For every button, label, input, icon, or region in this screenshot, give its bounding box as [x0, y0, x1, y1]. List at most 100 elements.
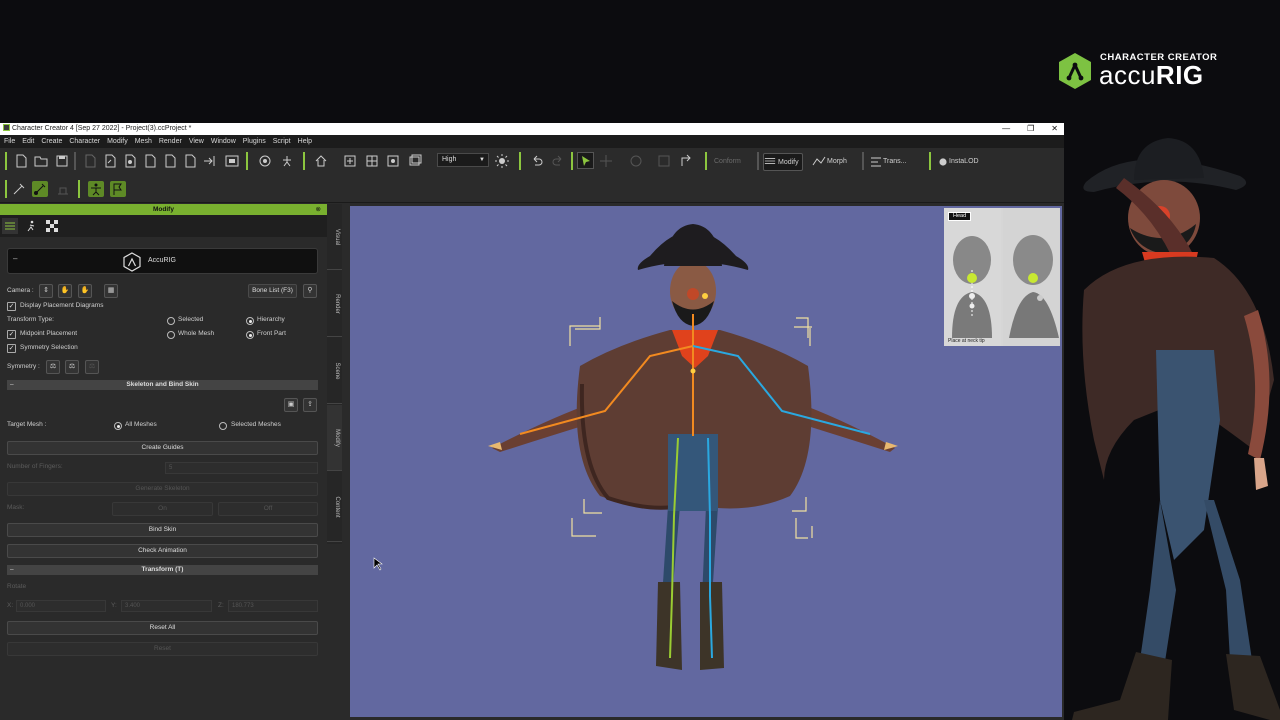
- export-usd-icon[interactable]: [162, 153, 178, 169]
- symmetry-left-icon[interactable]: ⚖: [46, 360, 60, 374]
- section-collapse-icon[interactable]: –: [10, 380, 14, 390]
- menu-view[interactable]: View: [189, 135, 204, 148]
- render-quality-dropdown[interactable]: High ▼: [437, 153, 489, 167]
- load-rig-icon[interactable]: ⇪: [303, 398, 317, 412]
- bone-settings-icon[interactable]: ⚲: [303, 284, 317, 298]
- symmetry-right-icon[interactable]: ⚖: [65, 360, 79, 374]
- camera-grid-icon[interactable]: ▦: [104, 284, 118, 298]
- tab-scene[interactable]: Scene: [327, 338, 342, 404]
- tab-modify[interactable]: Modify: [327, 405, 342, 471]
- menu-edit[interactable]: Edit: [22, 135, 34, 148]
- tab-visual[interactable]: Visual: [327, 204, 342, 270]
- rotate-y-field[interactable]: 3.400: [121, 600, 212, 612]
- pose-tab-icon[interactable]: [23, 218, 39, 234]
- 3d-viewport[interactable]: Head Place at neck tip: [350, 206, 1062, 717]
- move-tool-icon[interactable]: [598, 153, 614, 169]
- menu-help[interactable]: Help: [298, 135, 312, 148]
- menu-character[interactable]: Character: [69, 135, 100, 148]
- export-icon[interactable]: [102, 153, 118, 169]
- menu-mesh[interactable]: Mesh: [135, 135, 152, 148]
- character-pose-icon[interactable]: [88, 181, 104, 197]
- texture-tab-icon[interactable]: [44, 218, 60, 234]
- close-button[interactable]: ✕: [1051, 123, 1058, 135]
- reset-button[interactable]: Reset: [7, 642, 318, 656]
- menu-plugins[interactable]: Plugins: [243, 135, 266, 148]
- symmetry-off-icon[interactable]: ⚖: [85, 360, 99, 374]
- send-to-icon[interactable]: [202, 153, 218, 169]
- reset-all-button[interactable]: Reset All: [7, 621, 318, 635]
- transform-section-header[interactable]: – Transform (T): [7, 565, 318, 575]
- skin-weight-icon[interactable]: [55, 181, 71, 197]
- conform-button[interactable]: Conform: [711, 153, 744, 171]
- pick-bone-icon[interactable]: [32, 181, 48, 197]
- layers-icon[interactable]: [407, 153, 423, 169]
- mask-on-button[interactable]: On: [112, 502, 213, 516]
- flag-icon[interactable]: [110, 181, 126, 197]
- open-folder-icon[interactable]: [33, 153, 49, 169]
- section-collapse-icon[interactable]: –: [10, 565, 14, 575]
- menu-script[interactable]: Script: [273, 135, 291, 148]
- render-image-icon[interactable]: [224, 153, 240, 169]
- camera-hand-right-icon[interactable]: ✋: [78, 284, 92, 298]
- whole-mesh-radio[interactable]: [167, 331, 175, 339]
- bind-skin-button[interactable]: Bind Skin: [7, 523, 318, 537]
- walk-mode-icon[interactable]: [279, 153, 295, 169]
- selected-meshes-radio[interactable]: [219, 422, 227, 430]
- tab-render[interactable]: Render: [327, 271, 342, 337]
- midpoint-checkbox[interactable]: ✓: [7, 330, 16, 339]
- symmetry-selection-checkbox[interactable]: ✓: [7, 344, 16, 353]
- camera-hand-icon[interactable]: ✋: [58, 284, 72, 298]
- transfer-button[interactable]: Trans...: [880, 153, 909, 171]
- redo-icon[interactable]: [550, 153, 566, 169]
- front-part-radio[interactable]: [246, 331, 254, 339]
- menu-window[interactable]: Window: [211, 135, 236, 148]
- generate-skeleton-button[interactable]: Generate Skeleton: [7, 482, 318, 496]
- camera-zoom-icon[interactable]: [257, 153, 273, 169]
- modify-sliders-tab-icon[interactable]: [2, 218, 18, 234]
- restore-button[interactable]: ❐: [1027, 123, 1034, 135]
- light-icon[interactable]: [494, 153, 510, 169]
- export-obj-icon[interactable]: [142, 153, 158, 169]
- selected-radio[interactable]: [167, 317, 175, 325]
- fit-view-icon[interactable]: [342, 153, 358, 169]
- select-tool-icon[interactable]: [577, 152, 594, 169]
- frame-selected-icon[interactable]: [364, 153, 380, 169]
- import-icon[interactable]: [82, 153, 98, 169]
- view-grid-icon[interactable]: [385, 153, 401, 169]
- create-guides-button[interactable]: Create Guides: [7, 441, 318, 455]
- skeleton-section-header[interactable]: – Skeleton and Bind Skin: [7, 380, 318, 390]
- scale-tool-icon[interactable]: [656, 153, 672, 169]
- hierarchy-radio[interactable]: [246, 317, 254, 325]
- save-rig-icon[interactable]: ▣: [284, 398, 298, 412]
- minimize-button[interactable]: —: [1002, 123, 1010, 135]
- transform-gizmo-icon[interactable]: [678, 153, 694, 169]
- home-view-icon[interactable]: [313, 153, 329, 169]
- export-image-icon[interactable]: [182, 153, 198, 169]
- display-placement-checkbox[interactable]: ✓: [7, 302, 16, 311]
- menu-create[interactable]: Create: [41, 135, 62, 148]
- rotate-tool-icon[interactable]: [628, 153, 644, 169]
- new-file-icon[interactable]: [13, 153, 29, 169]
- camera-front-icon[interactable]: ⇕: [39, 284, 53, 298]
- menu-file[interactable]: File: [4, 135, 15, 148]
- menu-render[interactable]: Render: [159, 135, 182, 148]
- save-icon[interactable]: [54, 153, 70, 169]
- bone-list-button[interactable]: Bone List (F3): [248, 284, 297, 298]
- rotate-z-field[interactable]: 180.773: [228, 600, 318, 612]
- undo-icon[interactable]: [529, 153, 545, 169]
- panel-close-button[interactable]: ⊗: [316, 204, 321, 215]
- menu-modify[interactable]: Modify: [107, 135, 128, 148]
- tab-content[interactable]: Content: [327, 472, 342, 542]
- all-meshes-radio[interactable]: [114, 422, 122, 430]
- morph-button[interactable]: Morph: [824, 153, 850, 171]
- panel-tab-strip: [0, 215, 327, 237]
- mask-off-button[interactable]: Off: [218, 502, 318, 516]
- bone-edit-icon[interactable]: [11, 181, 27, 197]
- export-fbx-icon[interactable]: [122, 153, 138, 169]
- collapse-icon[interactable]: –: [13, 254, 17, 263]
- rotate-x-field[interactable]: 0.000: [16, 600, 106, 612]
- check-animation-button[interactable]: Check Animation: [7, 544, 318, 558]
- instalod-button[interactable]: InstaLOD: [946, 153, 982, 171]
- accurig-header[interactable]: – AccuRIG: [7, 248, 318, 274]
- num-fingers-dropdown[interactable]: 5: [165, 462, 318, 474]
